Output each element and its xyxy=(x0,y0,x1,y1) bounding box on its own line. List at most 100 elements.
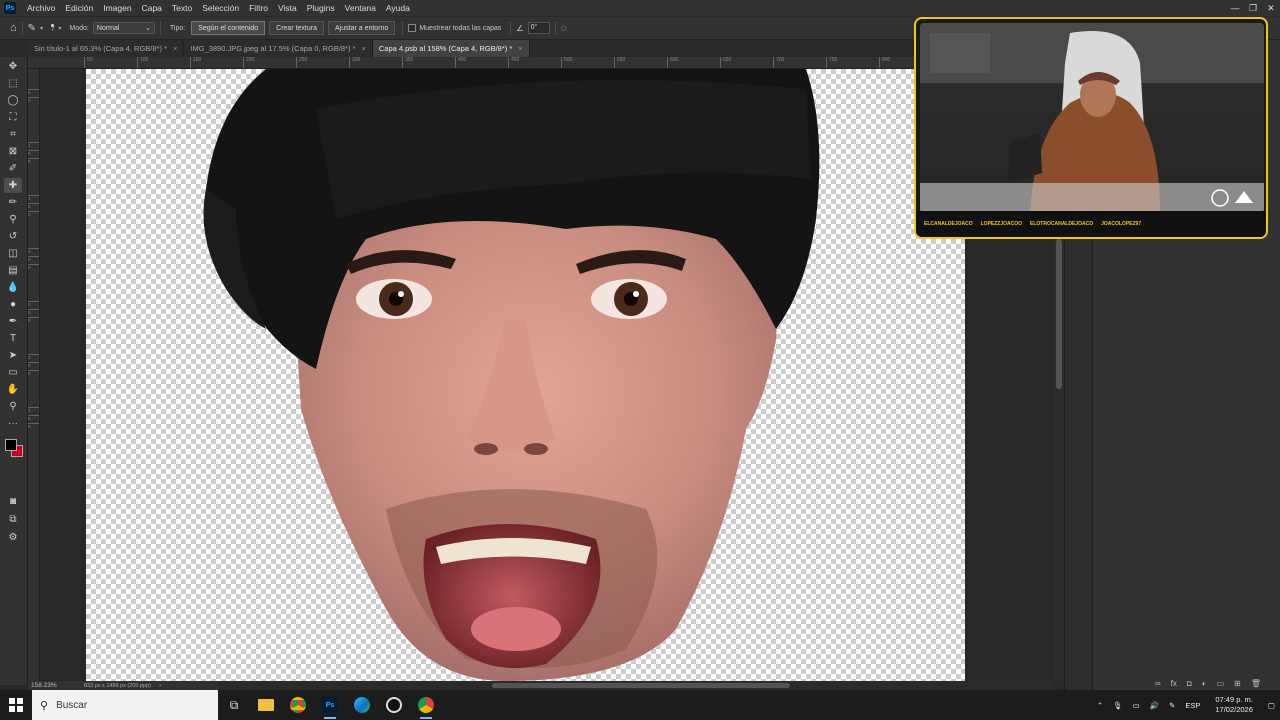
edge-icon[interactable] xyxy=(346,690,378,720)
horizontal-scrollbar-thumb[interactable] xyxy=(492,683,790,688)
tab-document-1[interactable]: Sin título-1 al 65.3% (Capa 4, RGB/8*) *… xyxy=(28,40,185,57)
chevron-right-icon[interactable]: › xyxy=(159,682,161,689)
chevron-down-icon[interactable]: ▾ xyxy=(58,25,61,32)
marquee-tool-icon[interactable]: ⬚ xyxy=(4,76,22,91)
obs-icon[interactable] xyxy=(378,690,410,720)
type-proximity-match-button[interactable]: Ajustar a entorno xyxy=(328,21,396,35)
ruler-tick: 550 xyxy=(614,57,625,68)
taskbar-search-box[interactable]: ⚲ Buscar xyxy=(32,690,218,720)
menu-ventana[interactable]: Ventana xyxy=(340,3,381,13)
microphone-icon[interactable]: 🎙 xyxy=(1108,701,1128,710)
sample-all-layers-checkbox[interactable] xyxy=(408,24,417,32)
chevron-down-icon[interactable]: ▾ xyxy=(40,25,43,32)
volume-icon[interactable]: 🔊 xyxy=(1145,701,1164,710)
close-icon[interactable]: × xyxy=(361,44,365,53)
edit-toolbar-icon[interactable]: ⚙ xyxy=(4,530,22,545)
vertical-scrollbar-thumb[interactable] xyxy=(1056,239,1062,389)
menu-archivo[interactable]: Archivo xyxy=(22,3,60,13)
search-placeholder: Buscar xyxy=(56,699,88,711)
healing-brush-icon[interactable]: ✎ xyxy=(28,23,36,34)
menu-plugins[interactable]: Plugins xyxy=(302,3,340,13)
windows-start-icon[interactable] xyxy=(0,690,32,720)
menu-imagen[interactable]: Imagen xyxy=(98,3,136,13)
foreground-color-swatch[interactable] xyxy=(5,439,17,451)
move-tool-icon[interactable]: ✥ xyxy=(4,59,22,74)
clock[interactable]: 07:49 p. m. 17/02/2026 xyxy=(1205,695,1263,715)
home-icon[interactable]: ⌂ xyxy=(10,22,17,34)
add-mask-icon[interactable]: ◘ xyxy=(1187,679,1192,688)
tab-document-2[interactable]: IMG_3890.JPG.jpeg al 17.5% (Capa 0, RGB/… xyxy=(184,40,373,57)
brush-size-value: 7 xyxy=(51,26,55,33)
rectangle-tool-icon[interactable]: ▭ xyxy=(4,365,22,380)
brush-tool-icon[interactable]: ✏ xyxy=(4,195,22,210)
lasso-tool-icon[interactable]: ◯ xyxy=(4,93,22,108)
tab-label: Sin título-1 al 65.3% (Capa 4, RGB/8*) * xyxy=(34,44,167,53)
menu-edicion[interactable]: Edición xyxy=(60,3,98,13)
brush-size-picker[interactable]: 7 xyxy=(51,23,55,33)
ruler-tick: 1 xyxy=(28,142,39,148)
chevron-up-icon[interactable]: ⌃ xyxy=(1092,701,1108,710)
ruler-tick: 0 xyxy=(28,362,39,368)
document-canvas[interactable] xyxy=(86,69,965,681)
type-label: Tipo: xyxy=(169,24,186,32)
adjustment-layer-icon[interactable]: ◐ xyxy=(1202,679,1207,688)
screen-mode-icon[interactable]: ⧉ xyxy=(4,512,22,527)
gradient-tool-icon[interactable]: ▤ xyxy=(4,263,22,278)
close-icon[interactable]: × xyxy=(518,44,522,53)
dodge-tool-icon[interactable]: ● xyxy=(4,297,22,312)
photoshop-taskbar-icon[interactable]: Ps xyxy=(314,690,346,720)
type-tool-icon[interactable]: T xyxy=(4,331,22,346)
menu-bar: Ps Archivo Edición Imagen Capa Texto Sel… xyxy=(0,0,1280,16)
close-icon[interactable]: × xyxy=(173,44,177,53)
pressure-size-icon[interactable]: ◌ xyxy=(561,23,567,34)
restore-icon[interactable]: ❐ xyxy=(1244,0,1262,16)
network-icon[interactable]: ▭ xyxy=(1128,701,1145,710)
history-brush-tool-icon[interactable]: ↺ xyxy=(4,229,22,244)
chrome-profile-icon[interactable] xyxy=(410,690,442,720)
notifications-icon[interactable]: ▢ xyxy=(1263,701,1280,710)
file-explorer-icon[interactable] xyxy=(250,690,282,720)
document-tab-bar: Sin título-1 al 65.3% (Capa 4, RGB/8*) *… xyxy=(28,40,914,57)
healing-brush-tool-icon[interactable]: ✚ xyxy=(4,178,22,193)
object-select-tool-icon[interactable]: ⛶ xyxy=(4,110,22,125)
windows-logo-icon xyxy=(9,698,23,712)
more-tools-icon[interactable]: ··· xyxy=(4,416,22,431)
minimize-icon[interactable]: — xyxy=(1226,0,1244,16)
menu-texto[interactable]: Texto xyxy=(167,3,197,13)
new-group-icon[interactable]: ▭ xyxy=(1217,679,1225,688)
zoom-level[interactable]: 158.23% xyxy=(28,682,84,689)
clone-stamp-tool-icon[interactable]: ⚲ xyxy=(4,212,22,227)
type-create-texture-button[interactable]: Crear textura xyxy=(269,21,324,35)
quick-mask-icon[interactable]: ◙ xyxy=(4,494,22,509)
crop-tool-icon[interactable]: ⌗ xyxy=(4,127,22,142)
menu-capa[interactable]: Capa xyxy=(137,3,167,13)
tab-document-3[interactable]: Capa 4.psb al 158% (Capa 4, RGB/8*) * × xyxy=(372,40,530,57)
layer-style-icon[interactable]: fx xyxy=(1171,679,1177,688)
menu-seleccion[interactable]: Selección xyxy=(197,3,244,13)
menu-filtro[interactable]: Filtro xyxy=(244,3,273,13)
frame-tool-icon[interactable]: ⊠ xyxy=(4,144,22,159)
system-tray: ⌃ 🎙 ▭ 🔊 ✎ ESP 07:49 p. m. 17/02/2026 ▢ xyxy=(1092,690,1280,720)
eraser-tool-icon[interactable]: ◫ xyxy=(4,246,22,261)
hand-tool-icon[interactable]: ✋ xyxy=(4,382,22,397)
path-select-tool-icon[interactable]: ➤ xyxy=(4,348,22,363)
blur-tool-icon[interactable]: 💧 xyxy=(4,280,22,295)
new-layer-icon[interactable]: ⊞ xyxy=(1234,679,1241,688)
menu-ayuda[interactable]: Ayuda xyxy=(381,3,415,13)
link-layers-icon[interactable]: ∞ xyxy=(1155,679,1161,688)
delete-layer-icon[interactable]: 🗑 xyxy=(1251,679,1261,688)
chrome-icon[interactable] xyxy=(282,690,314,720)
pen-icon[interactable]: ✎ xyxy=(1164,701,1180,710)
angle-field[interactable]: 0° xyxy=(527,22,550,34)
eyedropper-tool-icon[interactable]: ✐ xyxy=(4,161,22,176)
close-icon[interactable]: ✕ xyxy=(1262,0,1280,16)
ruler-tick: 700 xyxy=(773,57,784,68)
canvas-area[interactable] xyxy=(40,69,1054,681)
task-view-icon[interactable]: ⧉ xyxy=(218,690,250,720)
menu-vista[interactable]: Vista xyxy=(273,3,302,13)
type-content-aware-button[interactable]: Según el contenido xyxy=(191,21,266,35)
zoom-tool-icon[interactable]: ⚲ xyxy=(4,399,22,414)
pen-tool-icon[interactable]: ✒ xyxy=(4,314,22,329)
mode-select[interactable]: Normal ⌄ xyxy=(92,22,155,34)
language-indicator[interactable]: ESP xyxy=(1180,701,1205,710)
